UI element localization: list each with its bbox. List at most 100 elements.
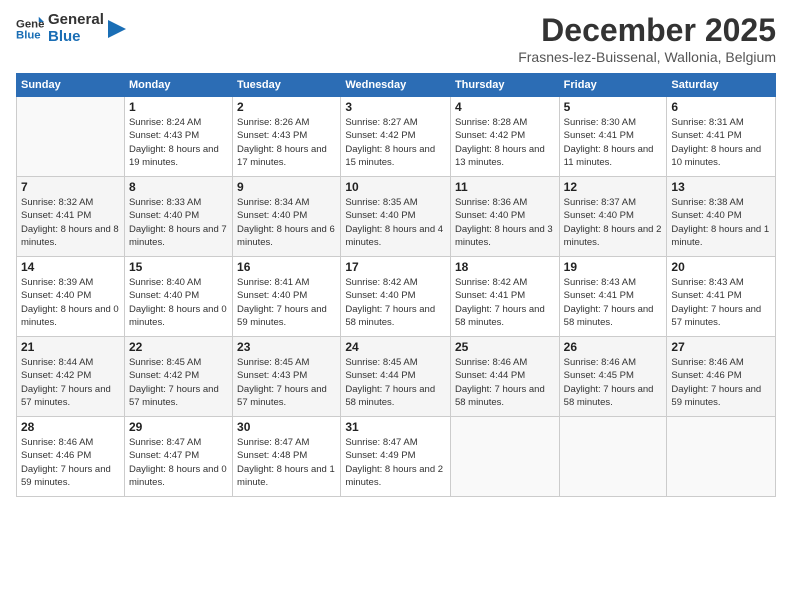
- table-row: 18 Sunrise: 8:42 AMSunset: 4:41 PMDayligh…: [450, 257, 559, 337]
- day-info: Sunrise: 8:45 AMSunset: 4:44 PMDaylight:…: [345, 356, 446, 409]
- day-number: 29: [129, 420, 228, 434]
- svg-text:Blue: Blue: [16, 29, 41, 41]
- day-info: Sunrise: 8:46 AMSunset: 4:44 PMDaylight:…: [455, 356, 555, 409]
- day-info: Sunrise: 8:24 AMSunset: 4:43 PMDaylight:…: [129, 116, 228, 169]
- day-info: Sunrise: 8:46 AMSunset: 4:46 PMDaylight:…: [21, 436, 120, 489]
- day-number: 22: [129, 340, 228, 354]
- table-row: 9 Sunrise: 8:34 AMSunset: 4:40 PMDaylight…: [233, 177, 341, 257]
- logo-general: General: [48, 12, 104, 29]
- day-info: Sunrise: 8:47 AMSunset: 4:47 PMDaylight:…: [129, 436, 228, 489]
- table-row: 22 Sunrise: 8:45 AMSunset: 4:42 PMDayligh…: [124, 337, 232, 417]
- table-row: 29 Sunrise: 8:47 AMSunset: 4:47 PMDayligh…: [124, 417, 232, 497]
- day-number: 15: [129, 260, 228, 274]
- calendar-table: Sunday Monday Tuesday Wednesday Thursday…: [16, 73, 776, 497]
- day-number: 10: [345, 180, 446, 194]
- table-row: 21 Sunrise: 8:44 AMSunset: 4:42 PMDayligh…: [17, 337, 125, 417]
- table-row: [450, 417, 559, 497]
- day-info: Sunrise: 8:35 AMSunset: 4:40 PMDaylight:…: [345, 196, 446, 249]
- table-row: 17 Sunrise: 8:42 AMSunset: 4:40 PMDayligh…: [341, 257, 451, 337]
- table-row: [667, 417, 776, 497]
- day-info: Sunrise: 8:42 AMSunset: 4:41 PMDaylight:…: [455, 276, 555, 329]
- day-info: Sunrise: 8:44 AMSunset: 4:42 PMDaylight:…: [21, 356, 120, 409]
- col-monday: Monday: [124, 74, 232, 97]
- day-number: 13: [671, 180, 771, 194]
- day-info: Sunrise: 8:45 AMSunset: 4:42 PMDaylight:…: [129, 356, 228, 409]
- day-info: Sunrise: 8:28 AMSunset: 4:42 PMDaylight:…: [455, 116, 555, 169]
- table-row: 5 Sunrise: 8:30 AMSunset: 4:41 PMDaylight…: [559, 97, 667, 177]
- day-number: 31: [345, 420, 446, 434]
- col-sunday: Sunday: [17, 74, 125, 97]
- day-number: 30: [237, 420, 336, 434]
- day-number: 27: [671, 340, 771, 354]
- day-info: Sunrise: 8:41 AMSunset: 4:40 PMDaylight:…: [237, 276, 336, 329]
- day-info: Sunrise: 8:47 AMSunset: 4:48 PMDaylight:…: [237, 436, 336, 489]
- table-row: 25Sunrise: 8:46 AMSunset: 4:44 PMDayligh…: [450, 337, 559, 417]
- day-number: 11: [455, 180, 555, 194]
- day-info: Sunrise: 8:39 AMSunset: 4:40 PMDaylight:…: [21, 276, 120, 329]
- col-friday: Friday: [559, 74, 667, 97]
- day-number: 18: [455, 260, 555, 274]
- table-row: 6 Sunrise: 8:31 AMSunset: 4:41 PMDaylight…: [667, 97, 776, 177]
- month-title: December 2025: [518, 12, 776, 49]
- table-row: 14 Sunrise: 8:39 AMSunset: 4:40 PMDayligh…: [17, 257, 125, 337]
- header: General Blue General Blue December 2025 …: [16, 12, 776, 65]
- table-row: 4 Sunrise: 8:28 AMSunset: 4:42 PMDaylight…: [450, 97, 559, 177]
- day-info: Sunrise: 8:31 AMSunset: 4:41 PMDaylight:…: [671, 116, 771, 169]
- day-number: 9: [237, 180, 336, 194]
- day-info: Sunrise: 8:40 AMSunset: 4:40 PMDaylight:…: [129, 276, 228, 329]
- day-number: 4: [455, 100, 555, 114]
- day-number: 26: [564, 340, 663, 354]
- day-number: 7: [21, 180, 120, 194]
- day-number: 20: [671, 260, 771, 274]
- day-info: Sunrise: 8:34 AMSunset: 4:40 PMDaylight:…: [237, 196, 336, 249]
- day-number: 6: [671, 100, 771, 114]
- day-info: Sunrise: 8:46 AMSunset: 4:46 PMDaylight:…: [671, 356, 771, 409]
- day-info: Sunrise: 8:47 AMSunset: 4:49 PMDaylight:…: [345, 436, 446, 489]
- day-info: Sunrise: 8:46 AMSunset: 4:45 PMDaylight:…: [564, 356, 663, 409]
- table-row: 10 Sunrise: 8:35 AMSunset: 4:40 PMDayligh…: [341, 177, 451, 257]
- table-row: 31 Sunrise: 8:47 AMSunset: 4:49 PMDayligh…: [341, 417, 451, 497]
- table-row: 24 Sunrise: 8:45 AMSunset: 4:44 PMDayligh…: [341, 337, 451, 417]
- day-number: 3: [345, 100, 446, 114]
- col-wednesday: Wednesday: [341, 74, 451, 97]
- table-row: 19Sunrise: 8:43 AMSunset: 4:41 PMDayligh…: [559, 257, 667, 337]
- day-number: 24: [345, 340, 446, 354]
- logo-arrow-icon: [108, 20, 126, 38]
- table-row: 15 Sunrise: 8:40 AMSunset: 4:40 PMDayligh…: [124, 257, 232, 337]
- table-row: 16Sunrise: 8:41 AMSunset: 4:40 PMDayligh…: [233, 257, 341, 337]
- day-info: Sunrise: 8:33 AMSunset: 4:40 PMDaylight:…: [129, 196, 228, 249]
- table-row: 26 Sunrise: 8:46 AMSunset: 4:45 PMDayligh…: [559, 337, 667, 417]
- table-row: 20Sunrise: 8:43 AMSunset: 4:41 PMDayligh…: [667, 257, 776, 337]
- title-block: December 2025 Frasnes-lez-Buissenal, Wal…: [518, 12, 776, 65]
- day-number: 5: [564, 100, 663, 114]
- day-number: 28: [21, 420, 120, 434]
- calendar-page: General Blue General Blue December 2025 …: [0, 0, 792, 612]
- day-number: 17: [345, 260, 446, 274]
- day-number: 2: [237, 100, 336, 114]
- col-thursday: Thursday: [450, 74, 559, 97]
- table-row: 7 Sunrise: 8:32 AMSunset: 4:41 PMDaylight…: [17, 177, 125, 257]
- day-info: Sunrise: 8:30 AMSunset: 4:41 PMDaylight:…: [564, 116, 663, 169]
- logo: General Blue General Blue: [16, 12, 126, 45]
- table-row: 8Sunrise: 8:33 AMSunset: 4:40 PMDaylight…: [124, 177, 232, 257]
- day-number: 19: [564, 260, 663, 274]
- logo-blue: Blue: [48, 29, 104, 46]
- day-info: Sunrise: 8:36 AMSunset: 4:40 PMDaylight:…: [455, 196, 555, 249]
- day-number: 23: [237, 340, 336, 354]
- logo-icon: General Blue: [16, 15, 44, 43]
- day-number: 21: [21, 340, 120, 354]
- day-number: 14: [21, 260, 120, 274]
- table-row: [559, 417, 667, 497]
- day-info: Sunrise: 8:38 AMSunset: 4:40 PMDaylight:…: [671, 196, 771, 249]
- day-info: Sunrise: 8:42 AMSunset: 4:40 PMDaylight:…: [345, 276, 446, 329]
- table-row: 12 Sunrise: 8:37 AMSunset: 4:40 PMDayligh…: [559, 177, 667, 257]
- day-info: Sunrise: 8:32 AMSunset: 4:41 PMDaylight:…: [21, 196, 120, 249]
- day-number: 12: [564, 180, 663, 194]
- table-row: 13 Sunrise: 8:38 AMSunset: 4:40 PMDayligh…: [667, 177, 776, 257]
- day-info: Sunrise: 8:37 AMSunset: 4:40 PMDaylight:…: [564, 196, 663, 249]
- subtitle: Frasnes-lez-Buissenal, Wallonia, Belgium: [518, 49, 776, 65]
- table-row: 1Sunrise: 8:24 AMSunset: 4:43 PMDaylight…: [124, 97, 232, 177]
- day-info: Sunrise: 8:27 AMSunset: 4:42 PMDaylight:…: [345, 116, 446, 169]
- header-row: Sunday Monday Tuesday Wednesday Thursday…: [17, 74, 776, 97]
- table-row: [17, 97, 125, 177]
